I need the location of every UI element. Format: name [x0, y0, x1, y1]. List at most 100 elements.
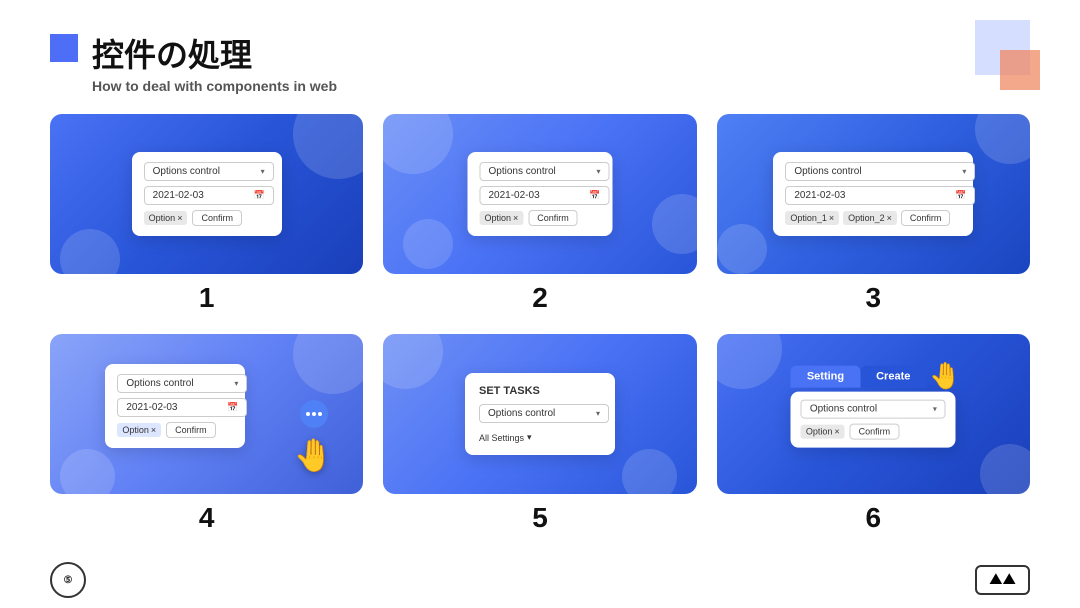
set-tasks-title: SET TASKS [479, 385, 601, 397]
card-2-visual: Options control ▾ 2021-02-03 📅 Option × … [383, 114, 696, 274]
more-options-button[interactable] [300, 400, 328, 428]
card-5: SET TASKS Options control ▾ All Settings… [383, 334, 696, 534]
tag-close-icon[interactable]: × [887, 213, 892, 223]
options-select-2[interactable]: Options control ▾ [479, 162, 609, 181]
action-row-6: Option × Confirm [801, 424, 946, 440]
date-value-1: 2021-02-03 [153, 190, 204, 201]
card-number-1: 1 [199, 282, 215, 314]
deco-circle-6a [717, 334, 782, 389]
date-input-3[interactable]: 2021-02-03 📅 [785, 186, 975, 205]
deco-circle-6b [980, 444, 1030, 494]
cursor-hand-icon-2: 🤚 [929, 361, 961, 392]
card-3-visual: Options control ▾ 2021-02-03 📅 Option_1 … [717, 114, 1030, 274]
select-label-2: Options control [488, 166, 555, 177]
deco-circle-3a [975, 114, 1030, 164]
options-select-5[interactable]: Options control ▾ [479, 404, 609, 423]
confirm-button-4[interactable]: Confirm [166, 422, 216, 438]
deco-circle-5a [383, 334, 443, 389]
card-3: Options control ▾ 2021-02-03 📅 Option_1 … [717, 114, 1030, 314]
date-value-4: 2021-02-03 [126, 402, 177, 413]
logo-left: ⑤ [50, 562, 86, 598]
options-select-4[interactable]: Options control ▾ [117, 374, 247, 393]
card-1: Options control ▾ 2021-02-03 📅 Option × … [50, 114, 363, 314]
select-label-5: Options control [488, 408, 555, 419]
confirm-button-3[interactable]: Confirm [901, 210, 951, 226]
card-1-form: Options control ▾ 2021-02-03 📅 Option × … [132, 152, 282, 236]
action-row-4: Option × Confirm [117, 422, 233, 438]
option-tag-4[interactable]: Option × [117, 423, 161, 437]
deco-circle-3b [717, 224, 767, 274]
card-number-6: 6 [866, 502, 882, 534]
card-1-visual: Options control ▾ 2021-02-03 📅 Option × … [50, 114, 363, 274]
action-row-3: Option_1 × Option_2 × Confirm [785, 210, 961, 226]
chevron-down-icon: ▾ [234, 379, 238, 388]
cards-grid: Options control ▾ 2021-02-03 📅 Option × … [0, 104, 1080, 544]
tag-close-icon[interactable]: × [834, 427, 839, 437]
option-tag-6[interactable]: Option × [801, 425, 845, 439]
options-select-3[interactable]: Options control ▾ [785, 162, 975, 181]
tag-label-1: Option [149, 213, 176, 223]
card-6-tabs: Setting Create 🤚 [791, 366, 927, 388]
deco-circle [60, 229, 120, 274]
date-input-4[interactable]: 2021-02-03 📅 [117, 398, 247, 417]
options-select-6[interactable]: Options control ▾ [801, 400, 946, 419]
card-3-form: Options control ▾ 2021-02-03 📅 Option_1 … [773, 152, 973, 236]
options-select-1[interactable]: Options control ▾ [144, 162, 274, 181]
calendar-icon: 📅 [589, 190, 600, 201]
tag-label-4: Option [122, 425, 149, 435]
deco-circle-2a [383, 114, 453, 174]
card-4: Options control ▾ 2021-02-03 📅 Option × … [50, 334, 363, 534]
date-input-2[interactable]: 2021-02-03 📅 [479, 186, 609, 205]
tag-label-3b: Option_2 [848, 213, 885, 223]
select-label-1: Options control [153, 166, 220, 177]
create-tab[interactable]: Create [860, 366, 926, 388]
tag-label-3a: Option_1 [790, 213, 827, 223]
header-icon [50, 34, 78, 62]
confirm-button-2[interactable]: Confirm [528, 210, 578, 226]
dot-3 [318, 412, 322, 416]
tag-label-6: Option [806, 427, 833, 437]
header-text: 控件の処理 How to deal with components in web [92, 30, 337, 94]
option-tag-1[interactable]: Option × [144, 211, 188, 225]
chevron-down-icon: ▾ [527, 432, 532, 443]
deco-circle-5b [622, 449, 677, 494]
setting-tab[interactable]: Setting [791, 366, 860, 388]
tag-label-2: Option [484, 213, 511, 223]
card-number-5: 5 [532, 502, 548, 534]
card-2-form: Options control ▾ 2021-02-03 📅 Option × … [467, 152, 612, 236]
deco-circle-2c [403, 219, 453, 269]
tag-close-icon[interactable]: × [177, 213, 182, 223]
card-number-2: 2 [532, 282, 548, 314]
dot-1 [306, 412, 310, 416]
option-tag-3a[interactable]: Option_1 × [785, 211, 839, 225]
logo-right: ⛰⛰ [975, 565, 1030, 595]
action-row-1: Option × Confirm [144, 210, 270, 226]
page-header: 控件の処理 How to deal with components in web [0, 0, 1080, 104]
deco-circle [293, 114, 363, 179]
card-number-3: 3 [866, 282, 882, 314]
chevron-down-icon: ▾ [261, 167, 265, 176]
page-subtitle: How to deal with components in web [92, 78, 337, 94]
confirm-button-6[interactable]: Confirm [850, 424, 900, 440]
select-label-3: Options control [794, 166, 861, 177]
option-tag-3b[interactable]: Option_2 × [843, 211, 897, 225]
card-6-form: Setting Create 🤚 Options control ▾ Optio… [791, 392, 956, 448]
tag-close-icon[interactable]: × [513, 213, 518, 223]
chevron-down-icon: ▾ [596, 167, 600, 176]
date-value-2: 2021-02-03 [488, 190, 539, 201]
confirm-button-1[interactable]: Confirm [192, 210, 242, 226]
tag-close-icon[interactable]: × [151, 425, 156, 435]
tag-close-icon[interactable]: × [829, 213, 834, 223]
card-4-form: Options control ▾ 2021-02-03 📅 Option × … [105, 364, 245, 448]
select-label-6: Options control [810, 404, 877, 415]
action-row-2: Option × Confirm [479, 210, 600, 226]
card-2: Options control ▾ 2021-02-03 📅 Option × … [383, 114, 696, 314]
calendar-icon: 📅 [227, 402, 238, 413]
option-tag-2[interactable]: Option × [479, 211, 523, 225]
all-settings-label: All Settings [479, 433, 524, 443]
deco-circle-4a [293, 334, 363, 394]
calendar-icon: 📅 [955, 190, 966, 201]
date-input-1[interactable]: 2021-02-03 📅 [144, 186, 274, 205]
all-settings-link[interactable]: All Settings ▾ [479, 428, 601, 443]
card-number-4: 4 [199, 502, 215, 534]
